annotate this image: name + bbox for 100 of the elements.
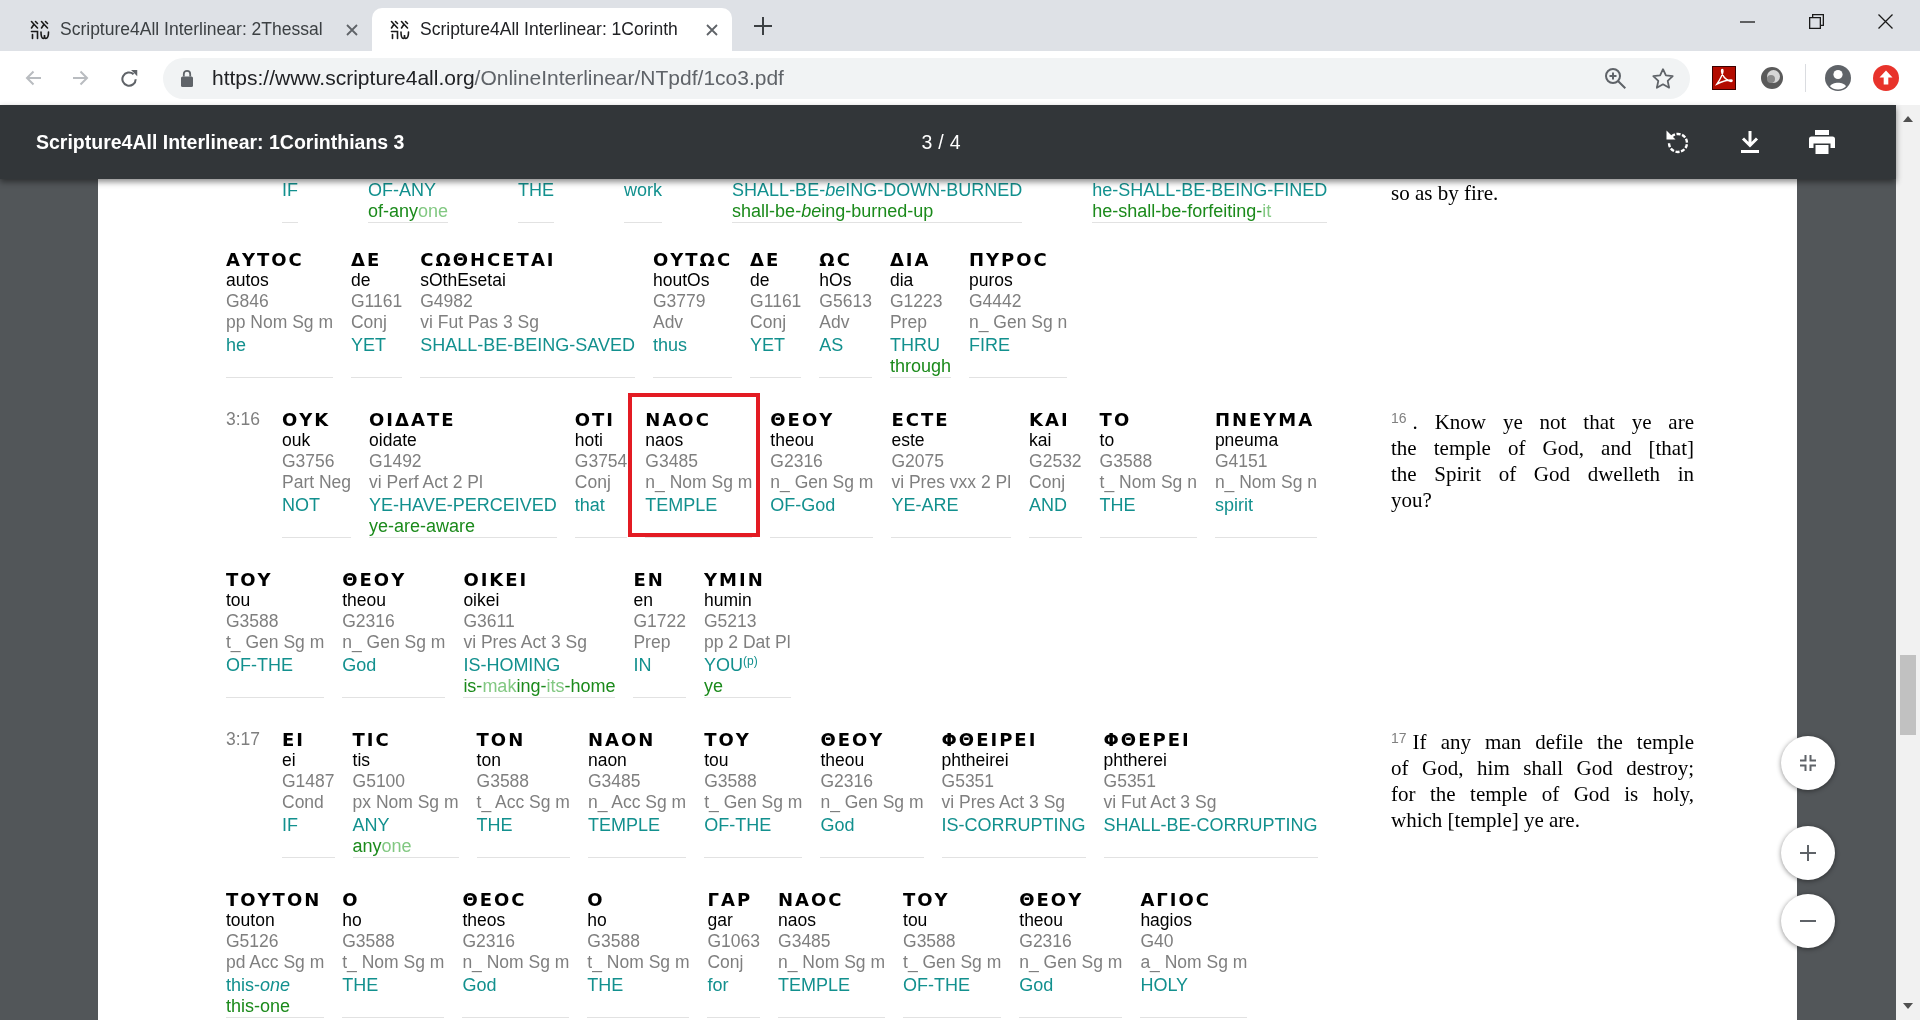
extension-icon[interactable] <box>1712 66 1736 90</box>
morphology-code: t_ Gen Sg m <box>704 792 803 813</box>
greek-word: ΠΝΕΥΜΑ <box>1214 409 1315 430</box>
strong-number: G2316 <box>342 611 395 632</box>
greek-word: ΘΕΟΥ <box>342 569 407 590</box>
extension-icon[interactable] <box>1761 67 1783 89</box>
english-gloss: work <box>624 180 663 201</box>
strong-number: G3588 <box>903 931 956 952</box>
reload-icon[interactable] <box>120 69 138 87</box>
transliteration: theou <box>1019 910 1064 931</box>
literal-gloss: he-shall-be-forfeiting-it <box>1092 201 1272 222</box>
rotate-icon[interactable] <box>1666 130 1690 154</box>
greek-word: ΟΙΚΕΙ <box>463 569 529 590</box>
strong-number: G4151 <box>1214 451 1268 472</box>
strong-number: G2316 <box>820 771 873 792</box>
close-tab-icon[interactable] <box>346 23 358 36</box>
english-gloss: he <box>226 335 247 356</box>
morphology-code: n_ Gen Sg n <box>968 312 1068 333</box>
morphology-code: Prep <box>889 312 927 333</box>
english-gloss: THE <box>587 975 624 996</box>
greek-word: ΤΟΥ <box>704 729 751 750</box>
strong-number: G3485 <box>778 931 831 952</box>
account-icon[interactable] <box>1825 65 1851 91</box>
address-bar[interactable]: https://www.scripture4all.org/OnlineInterlinear/NTpdf/1co3.pdf <box>163 57 1690 99</box>
transliteration: este <box>891 430 925 451</box>
page-number-field[interactable]: 3 <box>921 130 933 154</box>
morphology-code: pd Acc Sg m <box>226 952 325 973</box>
strong-number: G846 <box>226 291 269 312</box>
browser-tab[interactable]: Scripture4All Interlinear: 2Thessal <box>12 8 372 51</box>
morphology-code: Prep <box>633 632 671 653</box>
morphology-code: n_ Gen Sg m <box>1019 952 1123 973</box>
english-gloss: for <box>707 975 729 996</box>
verse-text: $^{17}$ If any man defile the temple of God, him shall God destroy; for the temple of God is holy, which [temple] ye are. <box>1391 729 1694 833</box>
morphology-code: Part Neg <box>282 472 352 493</box>
greek-word: Ο <box>587 889 605 910</box>
scroll-down-icon[interactable] <box>1903 1003 1913 1009</box>
transliteration: tis <box>352 750 371 771</box>
transliteration: phtheirei <box>941 750 1009 771</box>
scrollbar-thumb[interactable] <box>1900 655 1916 735</box>
bookmark-star-icon[interactable] <box>1652 67 1674 89</box>
new-tab-icon[interactable] <box>754 16 772 35</box>
english-gloss: YE-ARE <box>891 495 959 516</box>
english-gloss: AS <box>819 335 844 356</box>
transliteration: pneuma <box>1214 430 1279 451</box>
morphology-code: Conj <box>707 952 744 973</box>
morphology-code: n_ Acc Sg m <box>587 792 687 813</box>
greek-word: ΩϹ <box>819 249 852 270</box>
english-gloss: TEMPLE <box>778 975 851 996</box>
english-gloss: IF <box>282 815 298 836</box>
literal-gloss: shall-be-being-burned-up <box>732 201 934 222</box>
greek-word: ΝΑΟϹ <box>778 889 844 910</box>
transliteration: oidate <box>369 430 417 451</box>
minimize-icon[interactable] <box>1740 20 1755 23</box>
morphology-code: a_ Nom Sg m <box>1140 952 1248 973</box>
transliteration: oikei <box>463 590 500 611</box>
greek-word: ΝΑΟϹ <box>645 409 711 430</box>
close-tab-icon[interactable] <box>706 23 718 36</box>
english-gloss: HOLY <box>1140 975 1189 996</box>
english-gloss: God <box>342 655 377 676</box>
scroll-up-icon[interactable] <box>1903 116 1913 122</box>
greek-word: ΟΥΚ <box>282 409 331 430</box>
greek-word: ΑΓΙΟϹ <box>1140 889 1211 910</box>
transliteration: naon <box>587 750 627 771</box>
transliteration: to <box>1099 430 1115 451</box>
update-icon[interactable] <box>1873 65 1899 91</box>
morphology-code: n_ Nom Sg m <box>645 472 753 493</box>
browser-tab[interactable]: Scripture4All Interlinear: 1Corinth <box>372 8 732 51</box>
transliteration: hoti <box>574 430 603 451</box>
transliteration: humin <box>704 590 752 611</box>
transliteration: ouk <box>282 430 311 451</box>
print-icon[interactable] <box>1809 130 1835 154</box>
english-gloss: THE <box>518 180 555 201</box>
morphology-code: vi Perf Act 2 Pl <box>369 472 483 493</box>
strong-number: G4442 <box>968 291 1022 312</box>
close-icon[interactable] <box>1878 14 1893 29</box>
english-gloss: SHALL-BE-CORRUPTING <box>1103 815 1318 836</box>
zoom-icon[interactable] <box>1604 67 1626 89</box>
strong-number: G4982 <box>420 291 473 312</box>
morphology-code: t_ Nom Sg m <box>342 952 445 973</box>
strong-number: G1063 <box>707 931 761 952</box>
transliteration: hagios <box>1140 910 1192 931</box>
strong-number: G3485 <box>587 771 641 792</box>
english-gloss: OF-God <box>770 495 836 516</box>
morphology-code: Conj <box>574 472 611 493</box>
transliteration: phtherei <box>1103 750 1167 771</box>
url-text: https://www.scripture4all.org/OnlineInterlinear/NTpdf/1co3.pdf <box>212 66 785 90</box>
download-icon[interactable] <box>1740 131 1760 153</box>
literal-gloss: ye <box>704 676 723 697</box>
transliteration: dia <box>889 270 914 291</box>
english-gloss: OF-THE <box>226 655 293 676</box>
greek-word: ΔΕ <box>351 249 382 270</box>
restore-icon[interactable] <box>1809 14 1824 29</box>
morphology-code: t_ Gen Sg m <box>903 952 1002 973</box>
english-gloss: OF-THE <box>704 815 772 836</box>
transliteration: theos <box>462 910 506 931</box>
english-gloss: TEMPLE <box>587 815 660 836</box>
strong-number: G2316 <box>770 451 823 472</box>
strong-number: G5351 <box>1103 771 1157 792</box>
transliteration: tou <box>226 590 251 611</box>
greek-word: ΚΑΙ <box>1029 409 1070 430</box>
